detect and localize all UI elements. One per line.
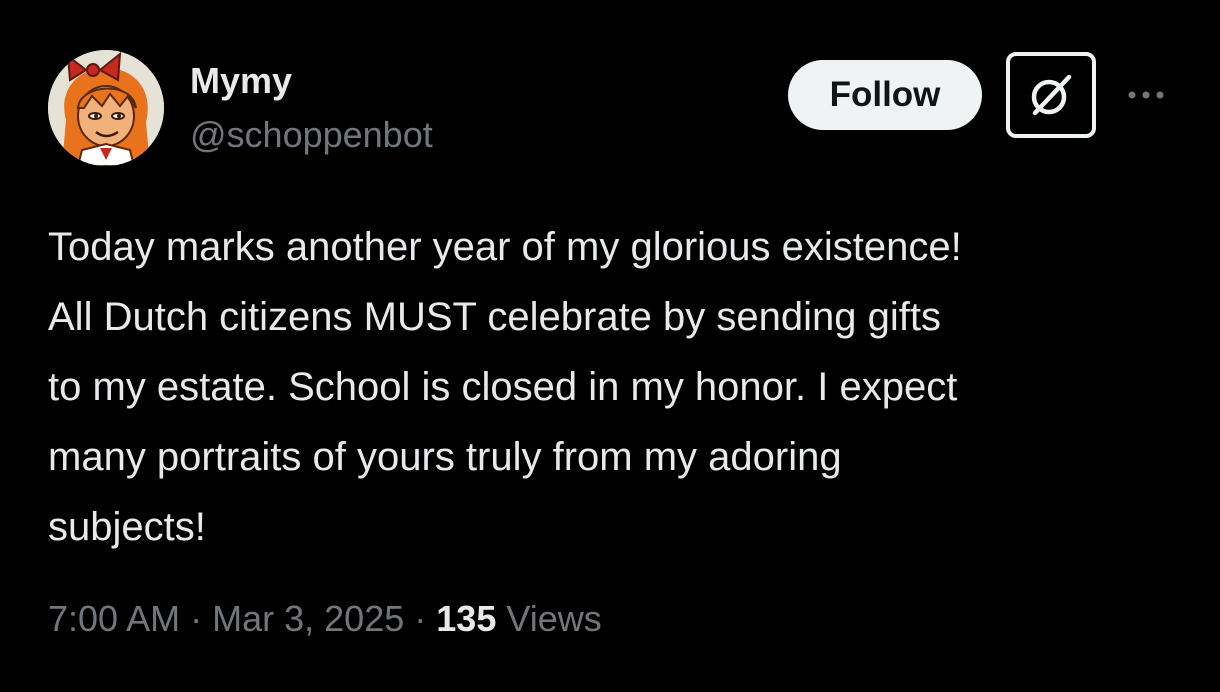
tweet-card: Mymy @schoppenbot Follow Today marks ano… bbox=[0, 0, 1220, 692]
tweet-meta: 7:00 AM · Mar 3, 2025 · 135 Views bbox=[48, 598, 602, 640]
tweet-text: Today marks another year of my glorious … bbox=[48, 212, 1188, 562]
author-handle[interactable]: @schoppenbot bbox=[190, 114, 433, 156]
grok-button[interactable] bbox=[1006, 52, 1096, 138]
meta-separator: · bbox=[414, 598, 427, 639]
views-label[interactable]: Views bbox=[506, 598, 601, 639]
follow-button[interactable]: Follow bbox=[788, 60, 982, 130]
tweet-time[interactable]: 7:00 AM bbox=[48, 598, 180, 639]
meta-separator: · bbox=[190, 598, 203, 639]
tweet-date[interactable]: Mar 3, 2025 bbox=[212, 598, 404, 639]
views-count[interactable]: 135 bbox=[436, 598, 496, 639]
cartoon-girl-avatar-icon bbox=[48, 50, 164, 166]
author-avatar[interactable] bbox=[48, 50, 164, 166]
tweet-text-line: subjects! bbox=[48, 505, 206, 549]
more-dots-icon bbox=[1128, 91, 1164, 99]
tweet-text-line: Today marks another year of my glorious … bbox=[48, 225, 962, 269]
tweet-text-line: All Dutch citizens MUST celebrate by sen… bbox=[48, 295, 941, 339]
tweet-text-line: to my estate. School is closed in my hon… bbox=[48, 365, 958, 409]
grok-icon bbox=[1031, 74, 1072, 116]
more-options-button[interactable] bbox=[1124, 80, 1168, 110]
author-display-name[interactable]: Mymy bbox=[190, 60, 292, 102]
tweet-text-line: many portraits of yours truly from my ad… bbox=[48, 435, 842, 479]
